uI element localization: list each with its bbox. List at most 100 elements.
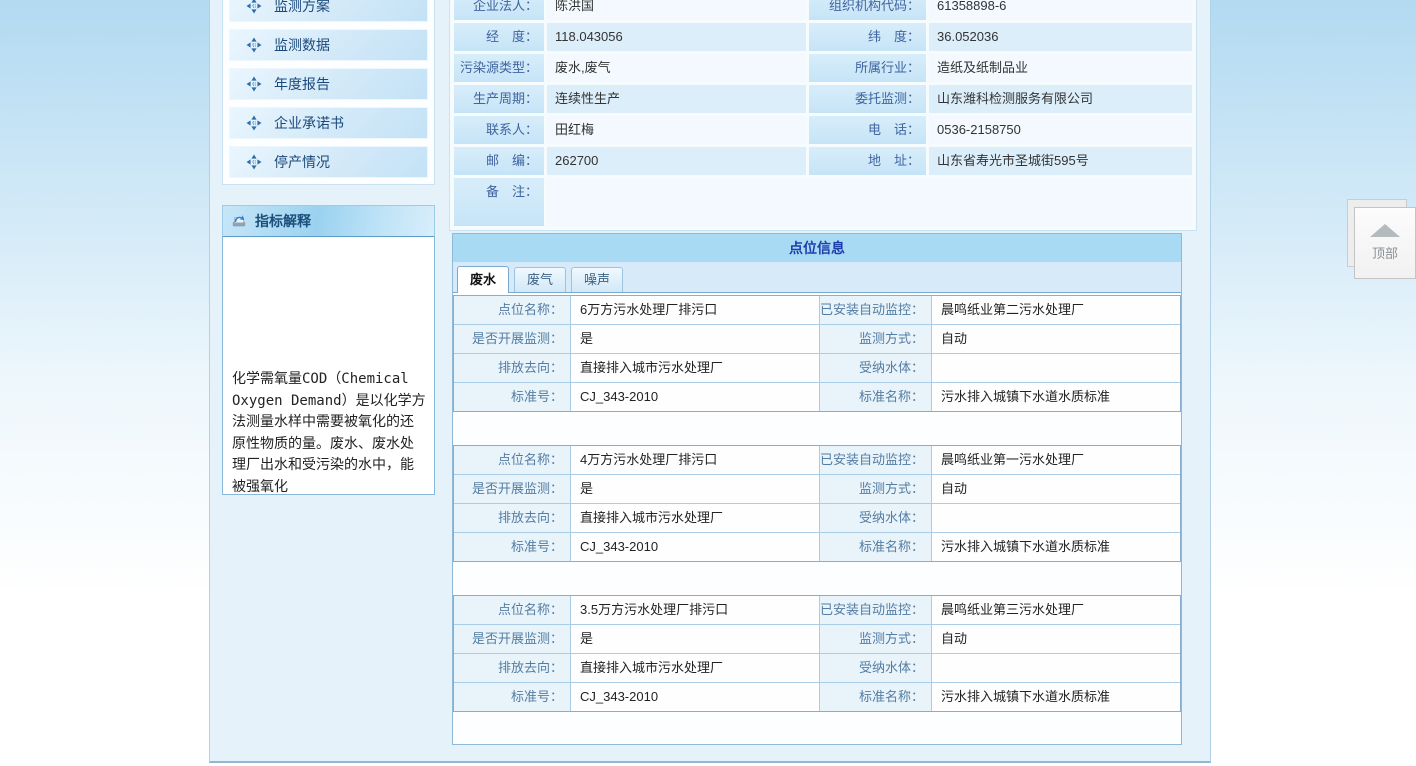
field-label: 已安装自动监控： — [820, 596, 931, 624]
field-value: 晨鸣纸业第二污水处理厂 — [932, 296, 1180, 324]
indicator-panel-header: 指标解释 — [222, 205, 435, 237]
field-value: 118.043056 — [547, 23, 806, 51]
field-value: CJ_343-2010 — [571, 683, 819, 711]
field-value: 山东省寿光市圣城街595号 — [929, 147, 1192, 175]
field-value: 污水排入城镇下水道水质标准 — [932, 683, 1180, 711]
field-value: 自动 — [932, 325, 1180, 353]
report-icon — [231, 213, 247, 229]
indicator-explanation-text: 化学需氧量COD（Chemical Oxygen Demand）是以化学方法测量… — [232, 369, 426, 495]
field-label: 排放去向： — [454, 504, 570, 532]
field-label: 标准名称： — [820, 533, 931, 561]
tab-waste-gas[interactable]: 废气 — [514, 267, 566, 292]
page: { "sidebar": { "menu": [ {"key": "monito… — [0, 0, 1416, 766]
field-label: 组织机构代码： — [809, 0, 926, 20]
sidebar-item-label: 企业承诺书 — [274, 113, 344, 133]
field-value: 污水排入城镇下水道水质标准 — [932, 383, 1180, 411]
sidebar-item-label: 监测数据 — [274, 35, 330, 55]
tab-noise[interactable]: 噪声 — [571, 267, 623, 292]
field-label: 纬 度： — [809, 23, 926, 51]
field-label: 监测方式： — [820, 325, 931, 353]
tab-wastewater[interactable]: 废水 — [457, 266, 509, 293]
field-label: 污染源类型： — [454, 54, 544, 82]
field-value: 污水排入城镇下水道水质标准 — [932, 533, 1180, 561]
field-value: 36.052036 — [929, 23, 1192, 51]
indicator-panel: 指标解释 化学需氧量COD（Chemical Oxygen Demand）是以化… — [222, 205, 435, 495]
field-value: 造纸及纸制品业 — [929, 54, 1192, 82]
field-value: 山东潍科检测服务有限公司 — [929, 85, 1192, 113]
field-label: 标准号： — [454, 533, 570, 561]
field-value: 直接排入城市污水处理厂 — [571, 504, 819, 532]
field-label: 已安装自动监控： — [820, 296, 931, 324]
sidebar-menu-panel: 监测方案监测数据年度报告企业承诺书停产情况 — [222, 0, 435, 185]
field-value: CJ_343-2010 — [571, 533, 819, 561]
main-content-panel: 监测方案监测数据年度报告企业承诺书停产情况 指标解释 化学需氧量COD（Chem… — [209, 0, 1211, 763]
points-panel: 点位信息 废水废气噪声 点位名称：6万方污水处理厂排污口已安装自动监控：晨鸣纸业… — [452, 233, 1182, 745]
company-info-row: 生产周期：连续性生产委托监测：山东潍科检测服务有限公司 — [454, 85, 1192, 113]
sidebar-item-monitoring-data[interactable]: 监测数据 — [229, 29, 428, 61]
field-label: 是否开展监测： — [454, 625, 570, 653]
field-value: 3.5万方污水处理厂排污口 — [571, 596, 819, 624]
arrow-up-icon — [1370, 224, 1400, 237]
field-label: 受纳水体： — [820, 654, 931, 682]
sidebar-item-shutdown-status[interactable]: 停产情况 — [229, 146, 428, 178]
field-label: 标准名称： — [820, 683, 931, 711]
field-label: 所属行业： — [809, 54, 926, 82]
field-label: 电 话： — [809, 116, 926, 144]
field-label: 受纳水体： — [820, 354, 931, 382]
company-info-panel: 企业法人：陈洪国组织机构代码：61358898-6 经 度：118.043056纬… — [449, 0, 1197, 231]
field-value — [932, 504, 1180, 532]
sidebar-menu-items: 监测方案监测数据年度报告企业承诺书停产情况 — [229, 0, 428, 178]
back-to-top-button[interactable]: 顶部 — [1347, 199, 1416, 279]
sidebar-item-label: 监测方案 — [274, 0, 330, 16]
company-info-row: 联系人：田红梅电 话：0536-2158750 — [454, 116, 1192, 144]
field-value: 6万方污水处理厂排污口 — [571, 296, 819, 324]
field-label: 委托监测： — [809, 85, 926, 113]
navigate-diamond-icon — [246, 0, 262, 14]
field-label: 企业法人： — [454, 0, 544, 20]
field-label: 已安装自动监控： — [820, 446, 931, 474]
field-label: 排放去向： — [454, 354, 570, 382]
point-block: 点位名称：4万方污水处理厂排污口已安装自动监控：晨鸣纸业第一污水处理厂是否开展监… — [453, 445, 1181, 562]
points-tab-strip: 废水废气噪声 — [453, 262, 1181, 293]
field-label: 标准号： — [454, 383, 570, 411]
company-info-row: 邮 编：262700地 址：山东省寿光市圣城街595号 — [454, 147, 1192, 175]
field-label: 是否开展监测： — [454, 325, 570, 353]
company-info-row: 企业法人：陈洪国组织机构代码：61358898-6 — [454, 0, 1192, 20]
field-value: 是 — [571, 325, 819, 353]
field-value: 晨鸣纸业第三污水处理厂 — [932, 596, 1180, 624]
field-value: 61358898-6 — [929, 0, 1192, 20]
field-value: 是 — [571, 475, 819, 503]
sidebar-item-commitment-letter[interactable]: 企业承诺书 — [229, 107, 428, 139]
field-value: 田红梅 — [547, 116, 806, 144]
point-block: 点位名称：6万方污水处理厂排污口已安装自动监控：晨鸣纸业第二污水处理厂是否开展监… — [453, 295, 1181, 412]
field-value: 晨鸣纸业第一污水处理厂 — [932, 446, 1180, 474]
field-value: 是 — [571, 625, 819, 653]
company-info-row: 备 注： — [454, 178, 1192, 226]
field-label: 标准号： — [454, 683, 570, 711]
field-label: 备 注： — [454, 178, 544, 226]
company-info-row: 经 度：118.043056纬 度：36.052036 — [454, 23, 1192, 51]
field-label: 联系人： — [454, 116, 544, 144]
field-value: CJ_343-2010 — [571, 383, 819, 411]
navigate-diamond-icon — [246, 154, 262, 170]
field-value: 废水,废气 — [547, 54, 806, 82]
field-label: 邮 编： — [454, 147, 544, 175]
field-value — [932, 354, 1180, 382]
company-info-table: 企业法人：陈洪国组织机构代码：61358898-6 经 度：118.043056纬… — [454, 0, 1192, 226]
field-label: 监测方式： — [820, 475, 931, 503]
sidebar-item-monitoring-plan[interactable]: 监测方案 — [229, 0, 428, 22]
field-value — [932, 654, 1180, 682]
field-value: 自动 — [932, 625, 1180, 653]
field-value: 0536-2158750 — [929, 116, 1192, 144]
field-label: 地 址： — [809, 147, 926, 175]
field-label: 受纳水体： — [820, 504, 931, 532]
points-tab-content: 点位名称：6万方污水处理厂排污口已安装自动监控：晨鸣纸业第二污水处理厂是否开展监… — [453, 293, 1181, 744]
navigate-diamond-icon — [246, 37, 262, 53]
back-to-top-card: 顶部 — [1354, 207, 1416, 279]
field-label: 监测方式： — [820, 625, 931, 653]
field-label: 是否开展监测： — [454, 475, 570, 503]
field-value: 4万方污水处理厂排污口 — [571, 446, 819, 474]
sidebar-item-annual-report[interactable]: 年度报告 — [229, 68, 428, 100]
points-panel-title: 点位信息 — [453, 234, 1181, 262]
field-value: 直接排入城市污水处理厂 — [571, 654, 819, 682]
